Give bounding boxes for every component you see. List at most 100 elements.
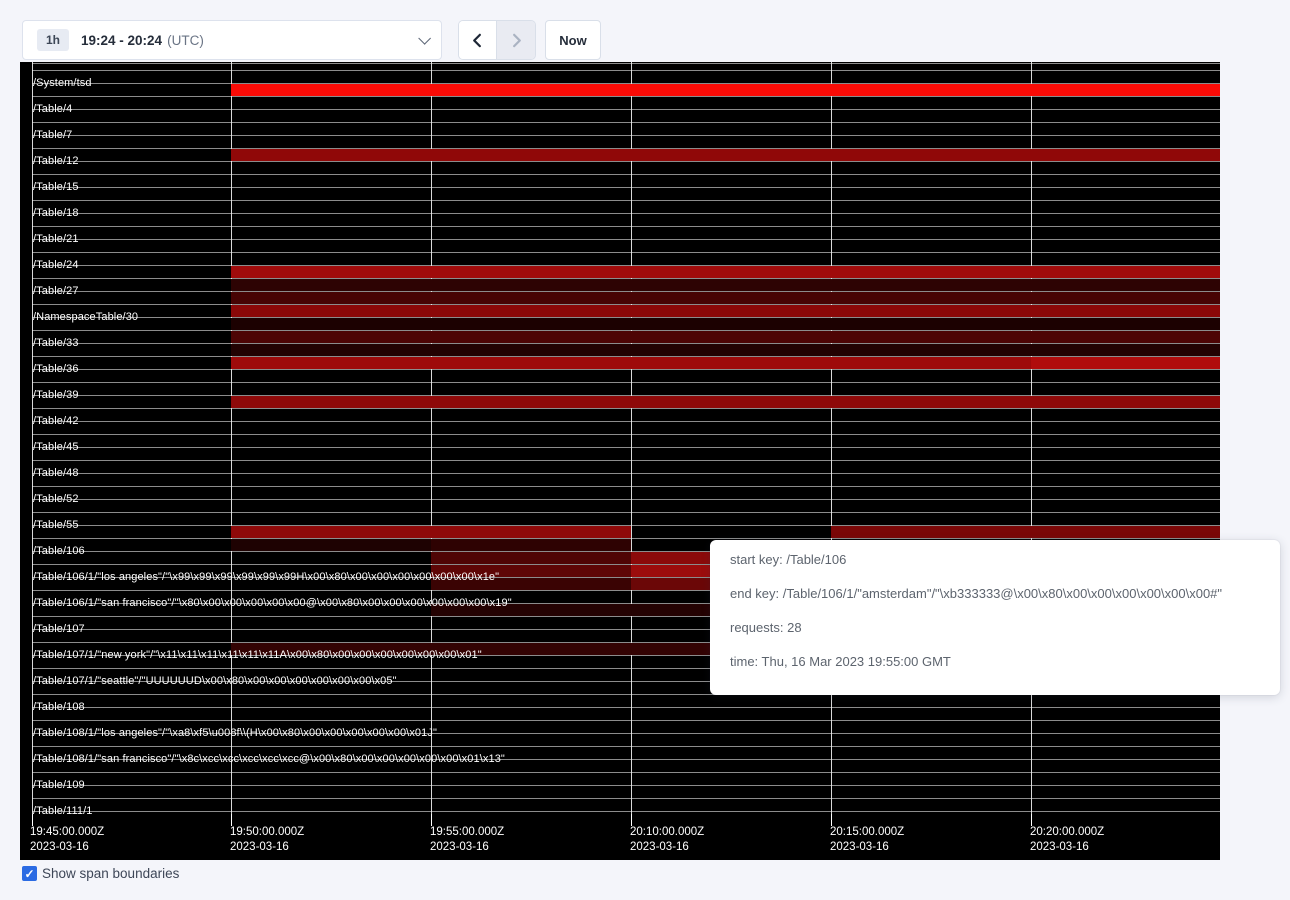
range-timezone: (UTC) (167, 33, 204, 48)
span-boundary-line (32, 135, 1220, 136)
row-label: /NamespaceTable/30 (33, 311, 138, 323)
heat-band[interactable] (231, 344, 1220, 356)
span-boundary-line (32, 460, 1220, 461)
heat-band[interactable] (231, 292, 1220, 304)
tooltip-end-key: end key: /Table/106/1/"amsterdam"/"\xb33… (730, 577, 1260, 611)
row-label: /Table/12 (33, 155, 79, 167)
axis-time-label: 19:45:00.000Z 2023-03-16 (30, 825, 104, 855)
time-bucket-line (831, 62, 832, 820)
time-bucket-line (231, 62, 232, 820)
heat-band[interactable] (231, 318, 1220, 330)
now-button[interactable]: Now (545, 20, 601, 60)
row-label: /Table/21 (33, 233, 79, 245)
row-label: /Table/106/1/"san francisco"/"\x80\x00\x… (33, 597, 512, 609)
chevron-left-icon (470, 33, 485, 48)
tooltip-requests: requests: 28 (730, 611, 1260, 645)
row-label: /Table/45 (33, 441, 79, 453)
range-duration-chip: 1h (37, 29, 69, 51)
check-icon: ✓ (24, 868, 34, 880)
time-bucket-line (631, 62, 632, 820)
span-boundary-line (32, 486, 1220, 487)
row-label: /Table/55 (33, 519, 79, 531)
span-boundary-line (32, 811, 1220, 812)
range-text: 19:24 - 20:24 (81, 33, 162, 48)
span-boundary-line (32, 473, 1220, 474)
heat-band[interactable] (231, 279, 1220, 291)
row-label: /Table/4 (33, 103, 72, 115)
heat-band[interactable] (231, 149, 1220, 161)
span-boundary-line (32, 109, 1220, 110)
row-label: /Table/106 (33, 545, 85, 557)
heat-band[interactable] (231, 396, 1220, 408)
span-boundary-line (32, 239, 1220, 240)
row-label: /Table/18 (33, 207, 79, 219)
row-label: /Table/111/1 (33, 805, 93, 817)
time-bucket-line (431, 62, 432, 820)
show-span-boundaries-checkbox[interactable]: ✓ (22, 866, 37, 881)
heat-band[interactable] (631, 565, 710, 577)
span-boundary-line (32, 434, 1220, 435)
row-label: /Table/36 (33, 363, 79, 375)
heat-band[interactable] (231, 331, 1220, 343)
chevron-down-icon (418, 32, 431, 45)
span-boundary-line (32, 408, 1220, 409)
row-label: /Table/7 (33, 129, 72, 141)
span-boundary-line (32, 720, 1220, 721)
row-label: /System/tsd (33, 77, 92, 89)
row-label: /Table/15 (33, 181, 79, 193)
span-boundary-line (32, 187, 1220, 188)
span-boundary-line (32, 161, 1220, 162)
heat-band[interactable] (631, 578, 710, 590)
span-boundary-line (32, 369, 1220, 370)
span-boundary-line (32, 499, 1220, 500)
footer: ✓ Show span boundaries (22, 866, 179, 881)
span-boundary-line (32, 772, 1220, 773)
prev-range-button[interactable] (459, 21, 497, 59)
show-span-boundaries-label: Show span boundaries (42, 866, 179, 881)
row-label: /Table/107/1/"new york"/"\x11\x11\x11\x1… (33, 649, 482, 661)
heat-band[interactable] (231, 539, 431, 551)
next-range-button[interactable] (497, 21, 535, 59)
span-boundary-line (32, 707, 1220, 708)
span-boundary-line (32, 798, 1220, 799)
heat-band[interactable] (431, 552, 631, 564)
span-boundary-line (32, 252, 1220, 253)
key-visualizer-heatmap[interactable]: /System/tsd/Table/4/Table/7/Table/12/Tab… (20, 62, 1220, 860)
span-boundary-line (32, 226, 1220, 227)
row-label: /Table/108 (33, 701, 85, 713)
heat-band[interactable] (231, 526, 631, 538)
heatmap-top-border (32, 63, 1220, 64)
heat-band[interactable] (431, 539, 631, 551)
heat-band[interactable] (231, 84, 1220, 96)
heat-band[interactable] (231, 266, 1220, 278)
row-label: /Table/107 (33, 623, 85, 635)
axis-time-label: 20:20:00.000Z 2023-03-16 (1030, 825, 1104, 855)
time-range-selector[interactable]: 1h 19:24 - 20:24 (UTC) (22, 20, 442, 60)
span-boundary-line (32, 746, 1220, 747)
row-label: /Table/39 (33, 389, 79, 401)
heat-band[interactable] (231, 305, 1220, 317)
heat-band[interactable] (631, 552, 710, 564)
span-boundary-line (32, 96, 1220, 97)
row-label: /Table/27 (33, 285, 79, 297)
heat-band[interactable] (231, 357, 1031, 369)
heat-band[interactable] (1031, 357, 1220, 369)
row-label: /Table/42 (33, 415, 79, 427)
row-label: /Table/52 (33, 493, 79, 505)
span-boundary-line (32, 213, 1220, 214)
span-boundary-line (32, 447, 1220, 448)
row-label: /Table/33 (33, 337, 79, 349)
tooltip-start-key: start key: /Table/106 (730, 543, 1260, 577)
tooltip-time: time: Thu, 16 Mar 2023 19:55:00 GMT (730, 645, 1260, 679)
heat-band[interactable] (831, 526, 1220, 538)
span-boundary-line (32, 174, 1220, 175)
time-bucket-line (1031, 62, 1032, 820)
axis-time-label: 19:50:00.000Z 2023-03-16 (230, 825, 304, 855)
span-boundary-line (32, 200, 1220, 201)
span-boundary-line (32, 512, 1220, 513)
row-label: /Table/108/1/"los angeles"/"\xa8\xf5\u00… (33, 727, 437, 739)
time-nav-group (458, 20, 536, 60)
chevron-right-icon (509, 33, 524, 48)
row-label: /Table/107/1/"seattle"/"UUUUUUD\x00\x80\… (33, 675, 397, 687)
span-boundary-line (32, 70, 1220, 71)
